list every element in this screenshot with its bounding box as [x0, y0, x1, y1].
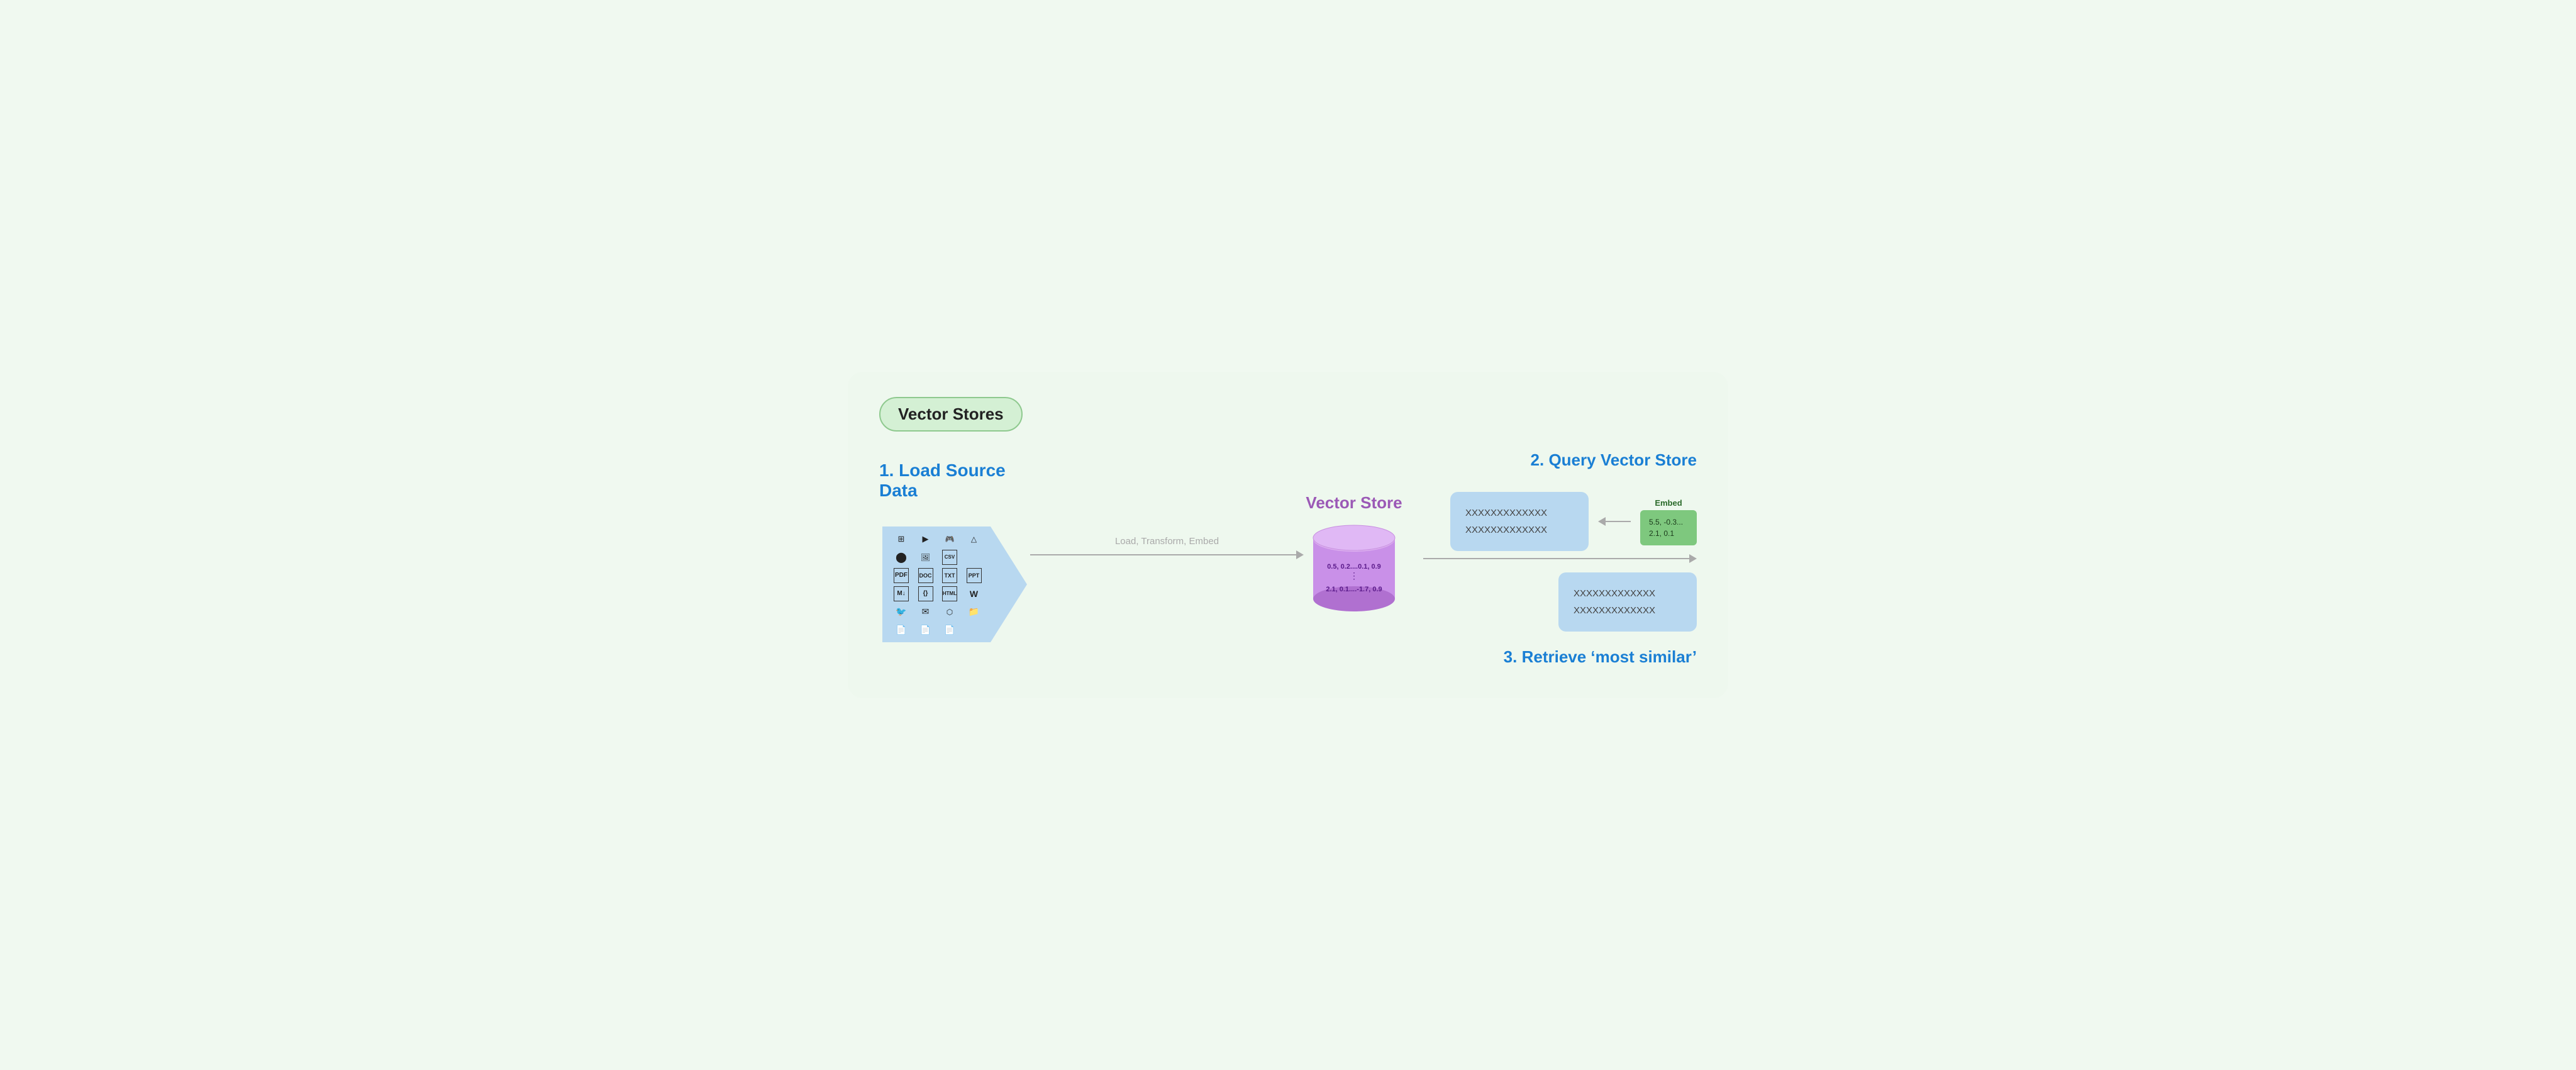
title-badge: Vector Stores [879, 397, 1023, 432]
icon-ppt: PPT [967, 568, 982, 583]
icon-file2: 📄 [918, 623, 933, 638]
icon-discord: 🎮 [942, 532, 957, 547]
result-text-line2: XXXXXXXXXXXXX [1574, 602, 1682, 619]
result-row: XXXXXXXXXXXXX XXXXXXXXXXXXX [1423, 572, 1697, 632]
result-box: XXXXXXXXXXXXX XXXXXXXXXXXXX [1558, 572, 1697, 632]
arrow1-line [1030, 550, 1304, 559]
query-vector-store-label: 2. Query Vector Store [1423, 450, 1697, 470]
embed-box: 5.5, -0.3... 2.1, 0.1 [1640, 510, 1697, 545]
icon-notion: ⬡ [942, 605, 957, 620]
cylinder-right-hline [1423, 558, 1689, 559]
right-column: 2. Query Vector Store XXXXXXXXXXXXX XXXX… [1404, 450, 1697, 667]
result-text-line1: XXXXXXXXXXXXX [1574, 585, 1682, 602]
icon-csv: CSV [942, 550, 957, 565]
icon-markdown: M↓ [894, 586, 909, 601]
icon-pdf: PDF [894, 568, 909, 583]
arrow1-head [1296, 550, 1304, 559]
icon-html: HTML [942, 586, 957, 601]
arrow1-column: Load, Transform, Embed [1030, 498, 1304, 619]
icon-file3: 📄 [942, 623, 957, 638]
load-source-label: 1. Load Source Data [879, 460, 1030, 501]
query-input-box: XXXXXXXXXXXXX XXXXXXXXXXXXX [1450, 492, 1589, 551]
icon-email: ✉ [918, 605, 933, 620]
embed-container: Embed 5.5, -0.3... 2.1, 0.1 [1640, 498, 1697, 545]
icon-empty2 [967, 623, 982, 638]
embed-label: Embed [1655, 498, 1682, 508]
vector-store-title: Vector Store [1306, 493, 1402, 513]
cylinder-svg: 0.5, 0.2....0.1, 0.9 ⋮ 2.1, 0.1....-1.7,… [1307, 523, 1401, 611]
query-text-line2: XXXXXXXXXXXXX [1465, 521, 1574, 538]
cylinder-right-arrow [1423, 554, 1697, 563]
arrow-to-embed [1598, 517, 1631, 526]
icon-json: {} [918, 586, 933, 601]
svg-text:2.1, 0.1....-1.7, 0.9: 2.1, 0.1....-1.7, 0.9 [1326, 586, 1382, 593]
embed-values-line1: 5.5, -0.3... [1649, 516, 1688, 528]
embed-values-line2: 2.1, 0.1 [1649, 528, 1688, 539]
icons-grid: ⊞ ▶ 🎮 △ ⬤ 🖼 CSV PDF DOC TXT PPT M↓ [882, 512, 991, 657]
vector-store-title-text: Vector Store [1306, 493, 1402, 512]
arrow-left-head [1598, 517, 1606, 526]
icon-file1: 📄 [894, 623, 909, 638]
icon-slack: ⊞ [894, 532, 909, 547]
arrow1-label: Load, Transform, Embed [1115, 536, 1219, 547]
cylinder-right-head [1689, 554, 1697, 563]
svg-text:0.5, 0.2....0.1, 0.9: 0.5, 0.2....0.1, 0.9 [1327, 563, 1381, 571]
retrieve-label: 3. Retrieve ‘most similar’ [1504, 647, 1697, 667]
icon-doc: DOC [918, 568, 933, 583]
icon-youtube: ▶ [918, 532, 933, 547]
icon-twitter: 🐦 [894, 605, 909, 620]
title-text: Vector Stores [898, 404, 1004, 423]
icon-triangle: △ [967, 532, 982, 547]
query-text-line1: XXXXXXXXXXXXX [1465, 504, 1574, 521]
svg-text:⋮: ⋮ [1350, 571, 1358, 581]
icon-github: ⬤ [894, 550, 909, 565]
arrow1-hline [1030, 554, 1296, 555]
icon-empty1 [967, 550, 982, 565]
icon-folder: 📁 [967, 605, 982, 620]
icon-txt: TXT [942, 568, 957, 583]
embed-row: XXXXXXXXXXXXX XXXXXXXXXXXXX Embed 5.5, -… [1423, 492, 1697, 551]
diagram-wrapper: 1. Load Source Data ⊞ ▶ 🎮 △ ⬤ 🖼 CSV [879, 450, 1697, 667]
source-column: 1. Load Source Data ⊞ ▶ 🎮 △ ⬤ 🖼 CSV [879, 460, 1030, 657]
main-container: Vector Stores 1. Load Source Data ⊞ ▶ 🎮 … [848, 372, 1728, 698]
arrow-left-line [1606, 521, 1631, 522]
vector-store-column: Vector Store 0.5, 0.2....0.1, 0.9 ⋮ 2.1,… [1304, 493, 1404, 623]
icon-wikipedia: W [967, 586, 982, 601]
source-data-shape: ⊞ ▶ 🎮 △ ⬤ 🖼 CSV PDF DOC TXT PPT M↓ [882, 512, 1027, 657]
icon-image: 🖼 [918, 550, 933, 565]
